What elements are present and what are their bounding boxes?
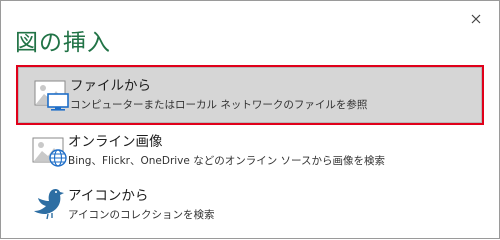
option-description: コンピューターまたはローカル ネットワークのファイルを参照: [70, 99, 368, 111]
bird-icon: [32, 186, 70, 222]
dialog-title: 図の挿入: [15, 30, 111, 56]
option-description: アイコンのコレクションを検索: [68, 209, 215, 221]
insert-picture-dialog: 図の挿入 ファイルから コンピューターまたはローカル ネットワークのファイルを参…: [0, 0, 500, 239]
close-button[interactable]: [467, 10, 485, 28]
option-from-icons[interactable]: アイコンから アイコンのコレクションを検索: [16, 183, 484, 231]
option-label: オンライン画像: [68, 134, 163, 150]
option-label: ファイルから: [70, 78, 151, 94]
option-description: Bing、Flickr、OneDrive などのオンライン ソースから画像を検索: [68, 155, 386, 167]
option-from-file[interactable]: ファイルから コンピューターまたはローカル ネットワークのファイルを参照: [16, 65, 484, 125]
close-icon: [471, 14, 481, 24]
option-label: アイコンから: [68, 188, 149, 204]
picture-monitor-icon: [34, 77, 72, 113]
picture-globe-icon: [32, 132, 70, 168]
option-online-pictures[interactable]: オンライン画像 Bing、Flickr、OneDrive などのオンライン ソー…: [16, 129, 484, 177]
